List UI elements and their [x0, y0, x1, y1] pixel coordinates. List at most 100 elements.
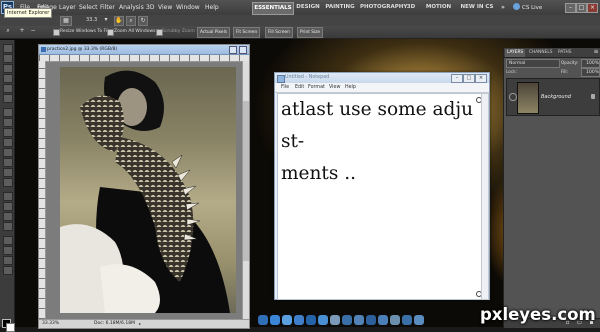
eye-icon[interactable]	[509, 93, 517, 101]
gradient-tool-icon[interactable]	[3, 158, 13, 167]
quick-select-tool-icon[interactable]	[3, 74, 13, 83]
taskbar-app-icon[interactable]	[270, 315, 280, 325]
marquee-tool-icon[interactable]	[3, 54, 13, 63]
hand-tool-icon[interactable]	[3, 256, 13, 265]
tab-paths[interactable]: PATHS	[556, 49, 574, 57]
maximize-icon[interactable]: □	[576, 3, 587, 13]
type-tool-icon[interactable]	[3, 202, 13, 211]
document-title-bar[interactable]: practice2.jpg @ 33.3% (RGB/8)	[39, 45, 249, 55]
chevron-down-icon[interactable]: ▾	[102, 16, 110, 24]
workspace-more-icon[interactable]: »	[500, 2, 506, 13]
taskbar-app-icon[interactable]	[306, 315, 316, 325]
notepad-menu-edit[interactable]: Edit	[295, 83, 304, 92]
notepad-title-bar[interactable]: Untitled - Notepad – □ ×	[275, 73, 489, 83]
taskbar-app-icon[interactable]	[342, 315, 352, 325]
history-brush-tool-icon[interactable]	[3, 138, 13, 147]
taskbar-app-icon[interactable]	[366, 315, 376, 325]
notepad-text-area[interactable]: atlast use some adjust- ments ..	[277, 93, 482, 300]
canvas-artwork[interactable]	[60, 67, 236, 313]
layer-row[interactable]: Background	[506, 78, 600, 116]
fill-screen-button[interactable]: Fill Screen	[265, 27, 293, 38]
notepad-close-icon[interactable]: ×	[475, 74, 487, 83]
workspace-3d[interactable]: 3D	[406, 2, 416, 13]
zoom-tool-icon[interactable]	[3, 266, 13, 275]
crop-tool-icon[interactable]	[3, 84, 13, 93]
healing-brush-tool-icon[interactable]	[3, 108, 13, 117]
fill-field[interactable]: 100%	[581, 68, 600, 77]
menu-analysis[interactable]: Analysis	[119, 2, 144, 14]
blend-mode-select[interactable]: Normal	[506, 59, 560, 68]
taskbar-app-icon[interactable]	[354, 315, 364, 325]
dodge-tool-icon[interactable]	[3, 178, 13, 187]
notepad-menu-help[interactable]: Help	[345, 83, 356, 92]
zoom-tool-icon[interactable]: ⌕	[126, 16, 136, 26]
launch-bridge-icon[interactable]: ▦	[60, 16, 72, 26]
fit-screen-button[interactable]: Fit Screen	[233, 27, 261, 38]
taskbar-app-icon[interactable]	[378, 315, 388, 325]
eyedropper-tool-icon[interactable]	[3, 94, 13, 103]
minimize-icon[interactable]: –	[565, 3, 576, 13]
notepad-menu-file[interactable]: File	[281, 83, 289, 92]
notepad-menu-view[interactable]: View	[329, 83, 340, 92]
document-vertical-scrollbar[interactable]	[242, 61, 249, 319]
taskbar-app-icon[interactable]	[282, 315, 292, 325]
layer-name[interactable]: Background	[541, 79, 571, 115]
cs-live-button[interactable]: CS Live	[522, 2, 542, 14]
menu-help[interactable]: Help	[205, 2, 219, 14]
workspace-painting[interactable]: PAINTING	[325, 2, 355, 13]
print-size-button[interactable]: Print Size	[297, 27, 324, 38]
notepad-minimize-icon[interactable]: –	[451, 74, 463, 83]
workspace-motion[interactable]: MOTION	[425, 2, 452, 13]
menu-layer[interactable]: Layer	[59, 2, 76, 14]
notepad-scrollbar[interactable]	[481, 93, 489, 300]
close-icon[interactable]: ×	[587, 3, 598, 13]
notepad-maximize-icon[interactable]: □	[463, 74, 475, 83]
taskbar-app-icon[interactable]	[330, 315, 340, 325]
shape-tool-icon[interactable]	[3, 222, 13, 231]
zoom-all-windows-checkbox[interactable]	[107, 29, 114, 36]
tab-layers[interactable]: LAYERS	[505, 49, 526, 57]
taskbar-app-icon[interactable]	[390, 315, 400, 325]
workspace-new-in-cs5[interactable]: NEW IN CS 5	[458, 2, 496, 21]
taskbar-app-icon[interactable]	[258, 315, 268, 325]
menu-select[interactable]: Select	[79, 2, 98, 14]
scrollbar-thumb[interactable]	[243, 101, 249, 261]
3d-camera-tool-icon[interactable]	[3, 246, 13, 255]
zoom-tool-icon[interactable]: ⌕	[3, 27, 13, 36]
workspace-essentials[interactable]: ESSENTIALS	[252, 2, 294, 15]
taskbar-app-icon[interactable]	[402, 315, 412, 325]
document-close-icon[interactable]	[239, 46, 247, 54]
tab-channels[interactable]: CHANNELS	[527, 49, 554, 57]
taskbar-app-icon[interactable]	[294, 315, 304, 325]
workspace-photography[interactable]: PHOTOGRAPHY	[360, 2, 407, 13]
path-selection-tool-icon[interactable]	[3, 212, 13, 221]
panel-menu-icon[interactable]: ≡	[592, 48, 600, 56]
blur-tool-icon[interactable]	[3, 168, 13, 177]
eraser-tool-icon[interactable]	[3, 148, 13, 157]
menu-filter[interactable]: Filter	[100, 2, 115, 14]
menu-view[interactable]: View	[158, 2, 172, 14]
resize-windows-checkbox[interactable]	[53, 29, 60, 36]
zoom-out-icon[interactable]: −	[29, 27, 37, 36]
rotate-view-icon[interactable]: ↻	[138, 16, 148, 26]
move-tool-icon[interactable]	[3, 44, 13, 53]
notepad-menu-format[interactable]: Format	[308, 83, 325, 92]
taskbar-app-icon[interactable]	[318, 315, 328, 325]
zoom-level[interactable]: 33.3	[86, 15, 97, 25]
3d-rotate-tool-icon[interactable]	[3, 236, 13, 245]
actual-pixels-button[interactable]: Actual Pixels	[197, 27, 231, 38]
background-color-swatch[interactable]	[6, 323, 15, 332]
pen-tool-icon[interactable]	[3, 192, 13, 201]
lasso-tool-icon[interactable]	[3, 64, 13, 73]
taskbar-app-icon[interactable]	[414, 315, 424, 325]
document-minimize-icon[interactable]	[229, 46, 237, 54]
menu-3d[interactable]: 3D	[146, 2, 154, 14]
zoom-in-icon[interactable]: +	[18, 27, 26, 36]
brush-tool-icon[interactable]	[3, 118, 13, 127]
menu-window[interactable]: Window	[176, 2, 200, 14]
clone-stamp-tool-icon[interactable]	[3, 128, 13, 137]
status-menu-arrow-icon[interactable]: ▸	[139, 322, 141, 326]
opacity-field[interactable]: 100%	[581, 59, 600, 68]
workspace-design[interactable]: DESIGN	[296, 2, 320, 13]
hand-tool-icon[interactable]: ✋	[114, 16, 124, 26]
